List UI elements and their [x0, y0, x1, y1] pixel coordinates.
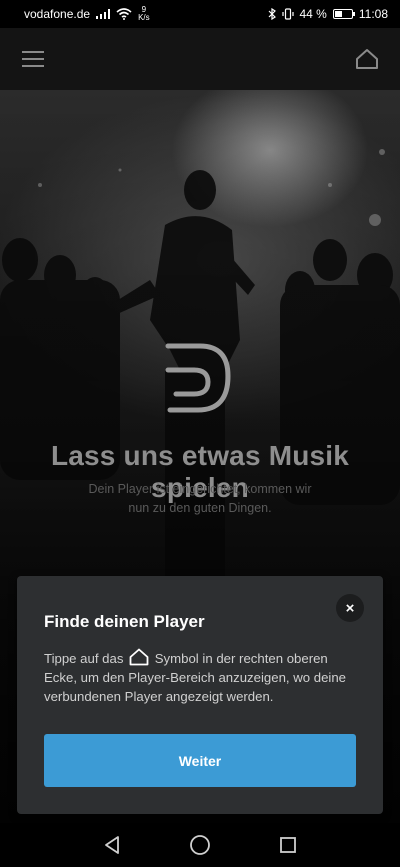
- close-button[interactable]: ×: [336, 594, 364, 622]
- continue-button[interactable]: Weiter: [44, 734, 356, 787]
- back-icon[interactable]: [100, 833, 124, 857]
- status-bar: vodafone.de 9 K/s 44 % 11:08: [0, 0, 400, 28]
- system-nav-bar: [0, 823, 400, 867]
- find-player-dialog: × Finde deinen Player Tippe auf das Symb…: [17, 576, 383, 814]
- battery-percent: 44 %: [299, 7, 327, 21]
- dialog-body-start: Tippe auf das: [44, 651, 124, 666]
- carrier-label: vodafone.de: [24, 7, 91, 21]
- clock: 11:08: [358, 7, 388, 21]
- status-right: 44 % 11:08: [268, 7, 388, 21]
- dialog-title: Finde deinen Player: [44, 612, 205, 631]
- wifi-icon: [116, 8, 132, 20]
- home-circle-icon[interactable]: [188, 833, 212, 857]
- vibrate-icon: [281, 8, 294, 20]
- dialog-body: Tippe auf das Symbol in der rechten ober…: [44, 648, 364, 706]
- net-speed: 9 K/s: [138, 6, 150, 22]
- home-icon: [129, 648, 149, 666]
- hamburger-menu-icon[interactable]: [20, 46, 46, 72]
- net-speed-unit: K/s: [138, 13, 150, 22]
- home-icon[interactable]: [354, 46, 380, 72]
- bluetooth-icon: [268, 8, 276, 20]
- bluesound-logo-icon: [165, 343, 231, 413]
- recents-icon[interactable]: [276, 833, 300, 857]
- hero-subtitle: Dein Player ist eingerichtet, kommen wir…: [88, 482, 312, 515]
- app-bar: [0, 28, 400, 90]
- status-left: vodafone.de 9 K/s: [24, 6, 150, 22]
- battery-icon: [332, 9, 355, 19]
- signal-icon: [96, 9, 111, 19]
